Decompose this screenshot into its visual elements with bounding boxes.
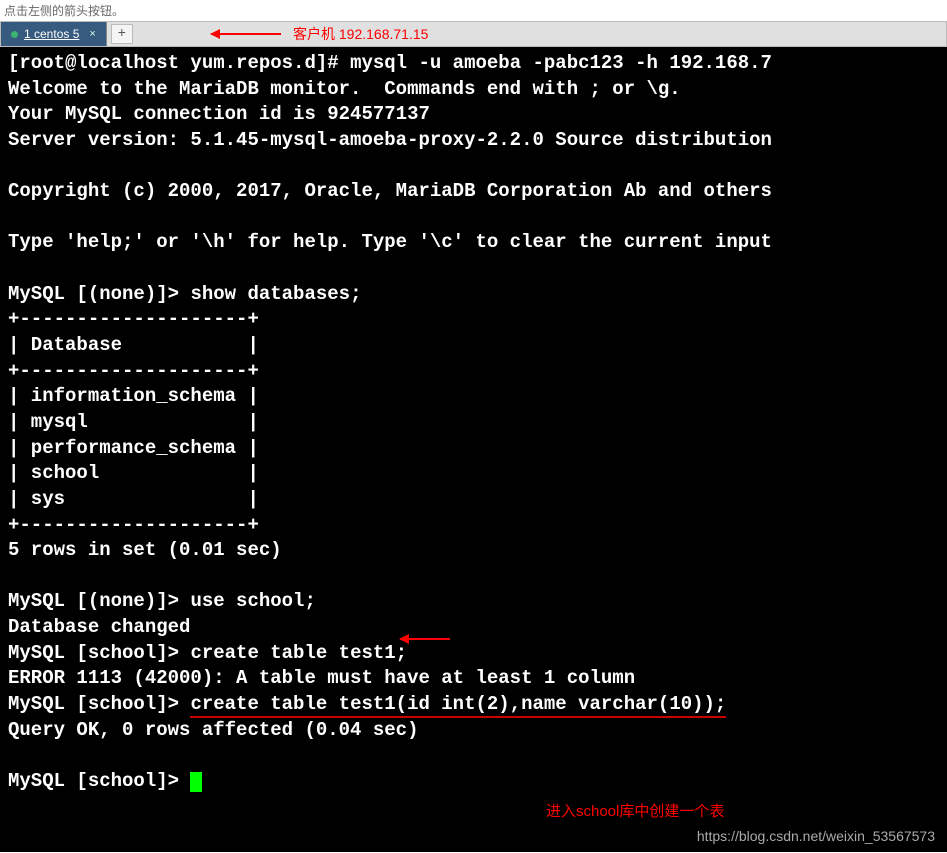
result-summary: 5 rows in set (0.01 sec) bbox=[8, 539, 282, 561]
arrow-left-icon bbox=[400, 638, 450, 640]
table-row: | information_schema | bbox=[8, 385, 259, 407]
cmd-show-databases: show databases; bbox=[190, 283, 361, 305]
table-row: | sys | bbox=[8, 488, 259, 510]
annotation-create-table: 进入school库中创建一个表 bbox=[546, 802, 724, 822]
mysql-prompt-school: MySQL [school]> bbox=[8, 693, 190, 715]
term-line: Type 'help;' or '\h' for help. Type '\c'… bbox=[8, 231, 772, 253]
cmd-create-table: create table test1(id int(2),name varcha… bbox=[190, 693, 726, 718]
annotation-top-text: 客户机 192.168.71.15 bbox=[293, 24, 428, 44]
error-line: ERROR 1113 (42000): A table must have at… bbox=[8, 667, 635, 689]
mysql-prompt-school: MySQL [school]> bbox=[8, 642, 190, 664]
mysql-prompt-none: MySQL [(none)]> bbox=[8, 283, 190, 305]
status-dot-icon bbox=[11, 31, 18, 38]
header-hint: 点击左侧的箭头按钮。 bbox=[0, 0, 947, 21]
term-line: Welcome to the MariaDB monitor. Commands… bbox=[8, 78, 681, 100]
arrow-left-icon bbox=[211, 33, 281, 35]
term-line: Your MySQL connection id is 924577137 bbox=[8, 103, 430, 125]
table-border: +--------------------+ bbox=[8, 308, 259, 330]
query-ok: Query OK, 0 rows affected (0.04 sec) bbox=[8, 719, 418, 741]
cursor-icon bbox=[190, 772, 202, 792]
add-tab-button[interactable]: + bbox=[111, 24, 133, 44]
table-row: | performance_schema | bbox=[8, 437, 259, 459]
cmd-create-table-err: create table test1; bbox=[190, 642, 407, 664]
cmd-use-school: use school; bbox=[190, 590, 315, 612]
tab-bar: 1 centos 5 × + 客户机 192.168.71.15 bbox=[0, 21, 947, 47]
table-row: | school | bbox=[8, 462, 259, 484]
term-line: Copyright (c) 2000, 2017, Oracle, MariaD… bbox=[8, 180, 772, 202]
db-changed: Database changed bbox=[8, 616, 190, 638]
table-header: | Database | bbox=[8, 334, 259, 356]
watermark-text: https://blog.csdn.net/weixin_53567573 bbox=[697, 827, 935, 846]
table-row: | mysql | bbox=[8, 411, 259, 433]
annotation-client-ip: 客户机 192.168.71.15 bbox=[211, 24, 428, 44]
cmd-mysql-login: mysql -u amoeba -pabc123 -h 192.168.7 bbox=[350, 52, 772, 74]
table-border: +--------------------+ bbox=[8, 514, 259, 536]
tab-label: 1 centos 5 bbox=[24, 27, 79, 41]
table-border: +--------------------+ bbox=[8, 360, 259, 382]
tab-centos[interactable]: 1 centos 5 × bbox=[1, 22, 107, 46]
shell-prompt: [root@localhost yum.repos.d]# bbox=[8, 52, 350, 74]
mysql-prompt-school: MySQL [school]> bbox=[8, 770, 190, 792]
term-line: Server version: 5.1.45-mysql-amoeba-prox… bbox=[8, 129, 772, 151]
terminal-output[interactable]: [root@localhost yum.repos.d]# mysql -u a… bbox=[0, 47, 947, 852]
close-icon[interactable]: × bbox=[89, 28, 95, 40]
mysql-prompt-none: MySQL [(none)]> bbox=[8, 590, 190, 612]
